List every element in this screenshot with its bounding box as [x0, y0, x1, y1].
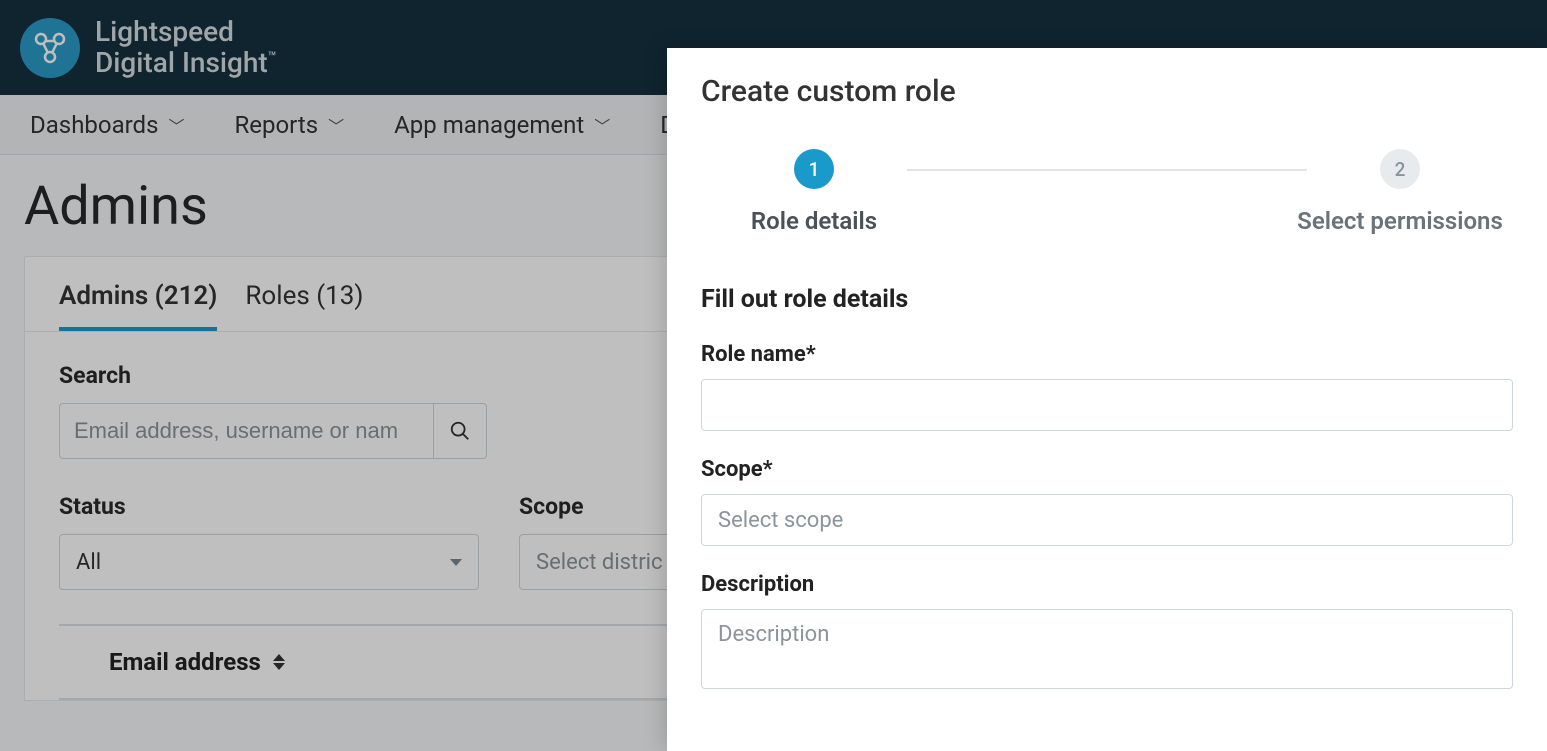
form-section: Fill out role details Role name* Scope* … [701, 285, 1513, 693]
description-textarea[interactable] [701, 609, 1513, 689]
step-select-permissions[interactable]: 2 Select permissions [1287, 149, 1513, 235]
role-name-input[interactable] [701, 379, 1513, 431]
scope-group: Scope* Select scope [701, 457, 1513, 546]
stepper: 1 Role details 2 Select permissions [701, 149, 1513, 235]
panel-title: Create custom role [701, 74, 1513, 109]
step-2-circle: 2 [1380, 149, 1420, 189]
scope-field-label: Scope* [701, 457, 1513, 482]
role-name-label: Role name* [701, 342, 1513, 367]
description-group: Description [701, 572, 1513, 693]
step-2-label: Select permissions [1297, 207, 1503, 235]
step-role-details[interactable]: 1 Role details [701, 149, 927, 235]
step-1-circle: 1 [794, 149, 834, 189]
scope-select-placeholder: Select scope [718, 508, 843, 533]
create-role-panel: Create custom role 1 Role details 2 Sele… [667, 48, 1547, 751]
description-label: Description [701, 572, 1513, 597]
scope-field-select[interactable]: Select scope [701, 494, 1513, 546]
role-name-group: Role name* [701, 342, 1513, 431]
step-connector [907, 169, 1307, 171]
step-1-label: Role details [751, 207, 877, 235]
section-title: Fill out role details [701, 285, 1513, 314]
